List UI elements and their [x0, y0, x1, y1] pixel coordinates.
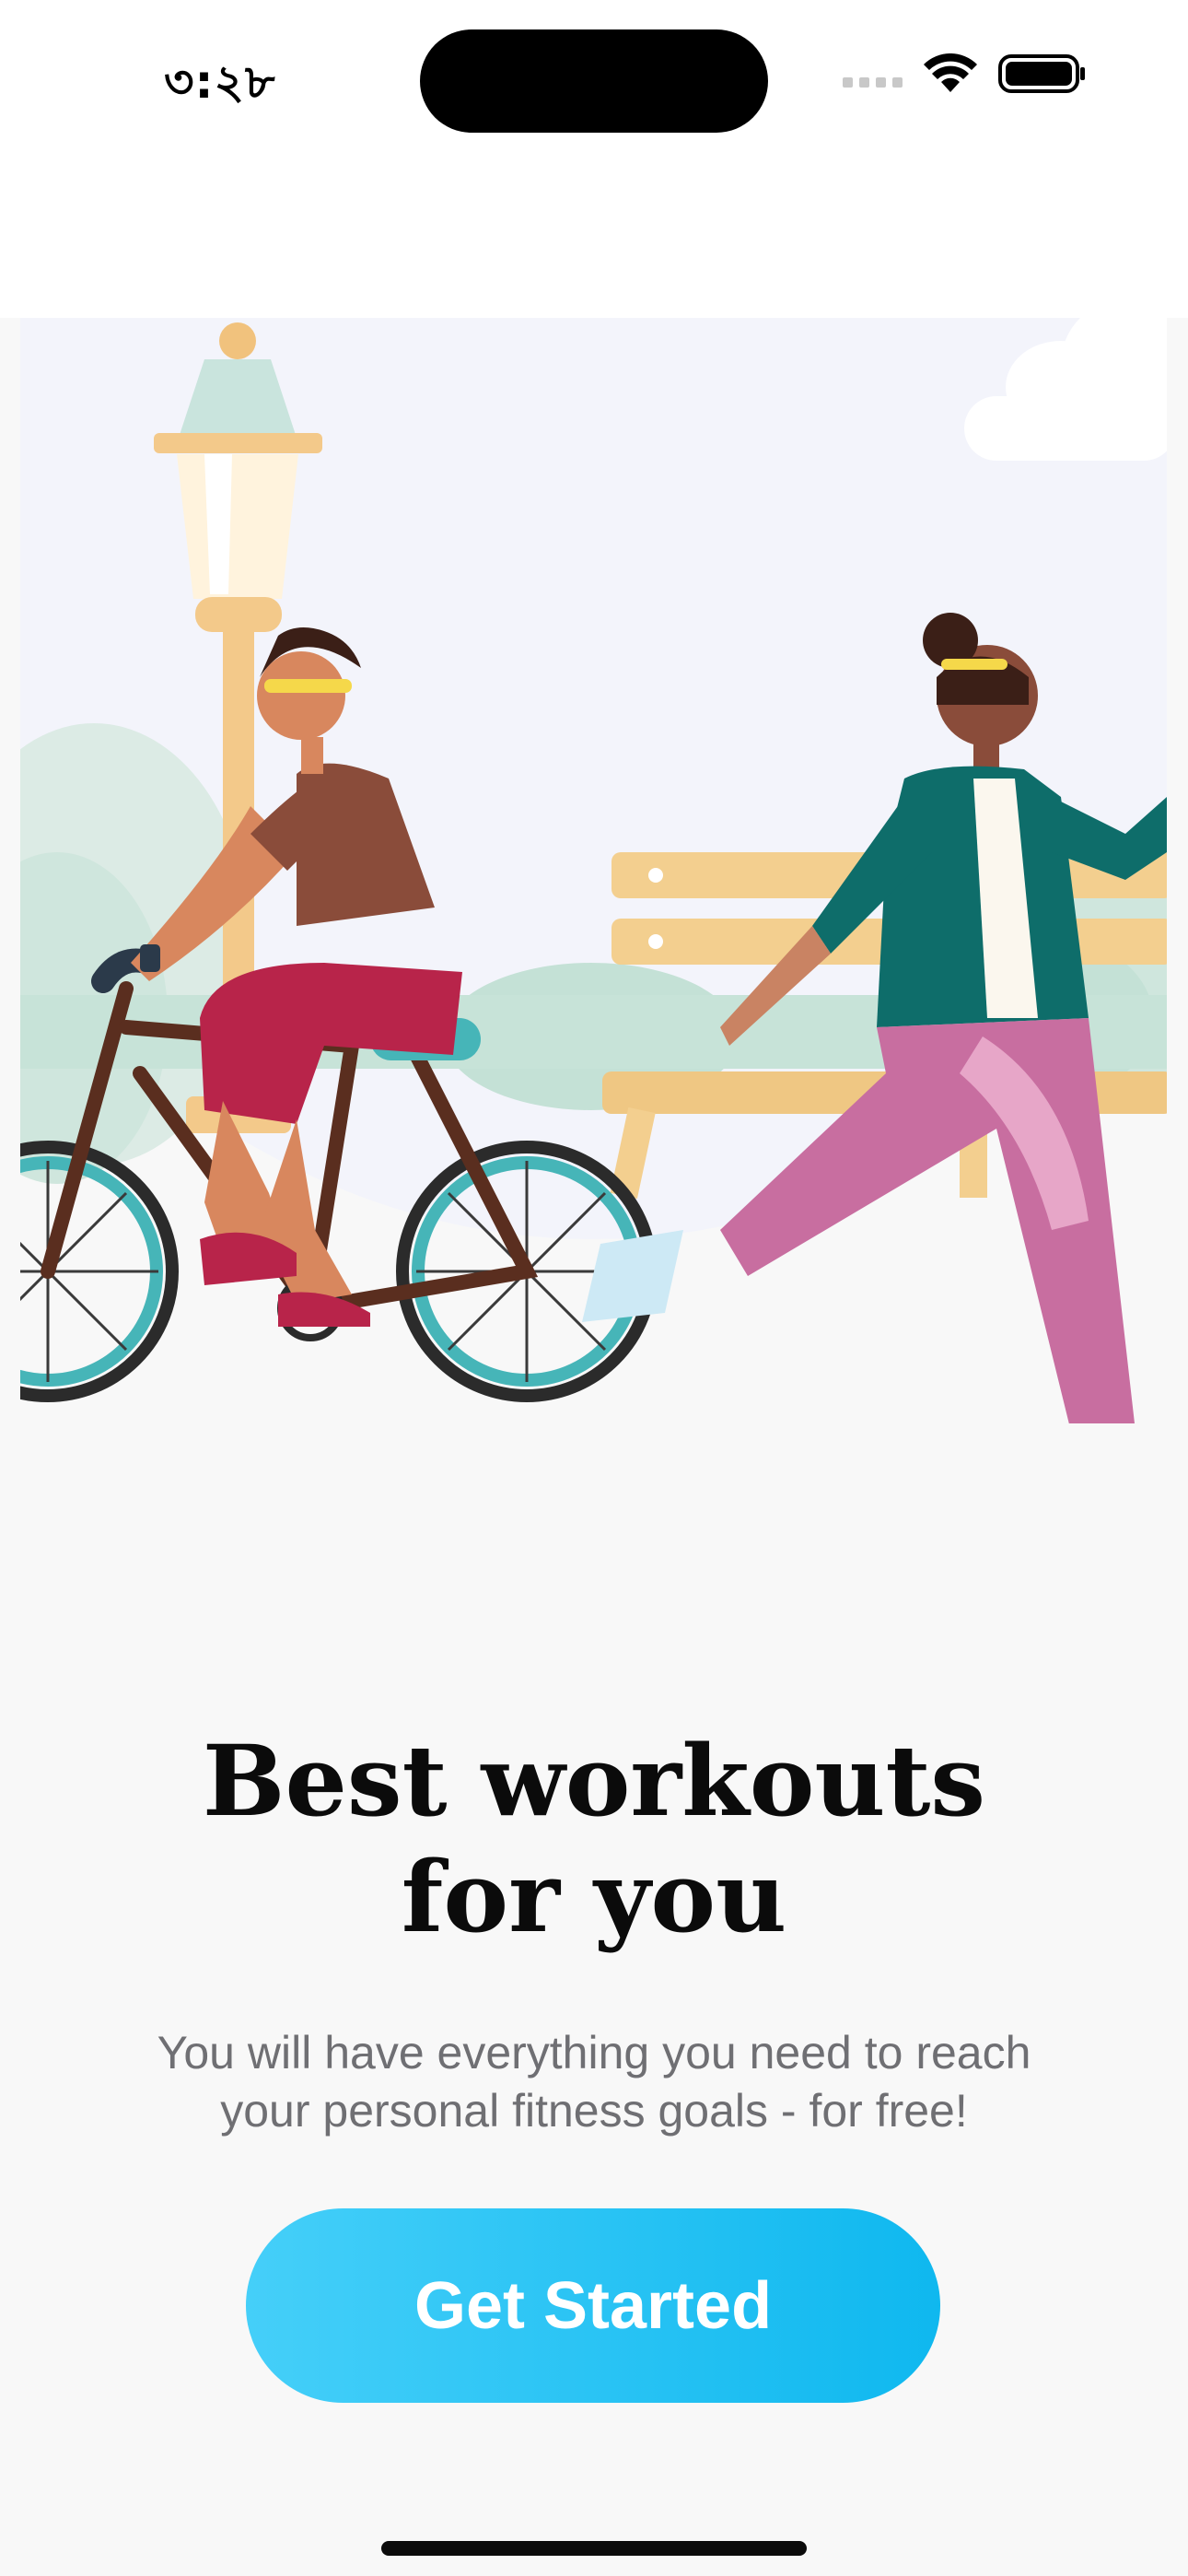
page-title: Best workouts for you — [0, 1723, 1188, 1955]
title-line-1: Best workouts — [202, 1723, 986, 1838]
page-subtitle: You will have everything you need to rea… — [83, 2024, 1105, 2140]
home-indicator[interactable] — [381, 2541, 807, 2556]
subtitle-line-1: You will have everything you need to rea… — [157, 2027, 1031, 2078]
battery-icon — [998, 54, 1085, 93]
subtitle-line-2: your personal fitness goals - for free! — [220, 2085, 968, 2137]
status-time: ৩:২৮ — [164, 55, 276, 109]
status-bar: ৩:২৮ — [0, 0, 1188, 318]
status-icons — [843, 53, 1087, 94]
dynamic-island — [420, 29, 768, 133]
title-line-2: for you — [401, 1839, 787, 1954]
wifi-icon — [924, 53, 977, 92]
onboarding-screen: ৩:২৮ Best workouts for you You will have… — [0, 0, 1188, 2576]
cellular-signal-icon — [843, 60, 903, 88]
hero-illustration — [20, 318, 1167, 1423]
get-started-button[interactable]: Get Started — [246, 2208, 940, 2403]
